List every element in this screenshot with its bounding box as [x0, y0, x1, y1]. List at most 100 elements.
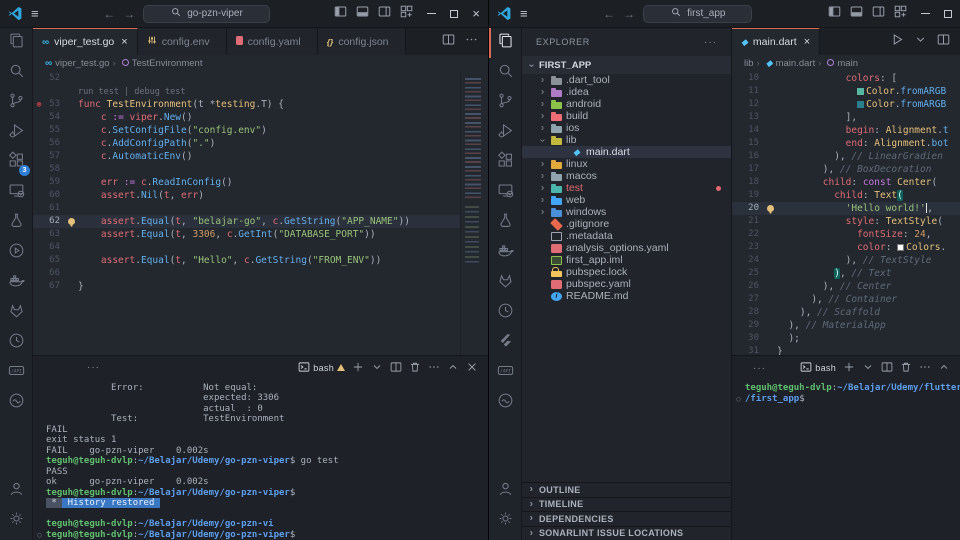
split-terminal-icon[interactable] [881, 361, 893, 375]
code-line[interactable]: 30 ); [732, 332, 960, 345]
api-client-icon[interactable]: /API [489, 358, 521, 388]
tab-config-json[interactable]: {} config.json [317, 28, 406, 55]
code-line[interactable]: 11 Color.fromARGB [732, 85, 960, 98]
code-line[interactable]: 62 assert.Equal(t, "belajar-go", c.GetSt… [33, 215, 488, 228]
gitlab-icon[interactable] [489, 268, 521, 298]
run-dropdown-icon[interactable] [914, 33, 927, 51]
minimap[interactable] [460, 72, 488, 355]
tree-item-gitignore[interactable]: .gitignore [522, 217, 731, 231]
breadcrumb[interactable]: lib ◆main.dart main [732, 55, 960, 72]
shell-selector[interactable]: bash [298, 361, 345, 375]
tab-config-env[interactable]: config.env [137, 28, 227, 55]
code-line[interactable]: 61 [33, 202, 488, 215]
project-root-row[interactable]: › FIRST_APP [522, 56, 731, 74]
tree-item-android[interactable]: › android [522, 98, 731, 110]
customize-layout-icon[interactable] [400, 5, 413, 23]
toggle-panel-icon[interactable] [850, 5, 863, 23]
code-line[interactable]: 52 [33, 72, 488, 85]
explorer-icon[interactable] [0, 28, 32, 58]
code-line[interactable]: 12 Color.fromARGB [732, 98, 960, 111]
code-line[interactable]: 57 c.AutomaticEnv() [33, 150, 488, 163]
sidebar-section-header[interactable]: › DEPENDENCIES [522, 511, 731, 526]
code-line[interactable]: 55 c.SetConfigFile("config.env") [33, 124, 488, 137]
code-line[interactable]: 29 ), // MaterialApp [732, 319, 960, 332]
sidebar-section-header[interactable]: › SONARLINT ISSUE LOCATIONS [522, 525, 731, 540]
code-line[interactable]: 65 assert.Equal(t, "Hello", c.GetString(… [33, 254, 488, 267]
code-editor[interactable]: 10 colors: [ 11 Color.fromARGB 12 Color.… [732, 72, 960, 355]
code-line[interactable]: 56 c.AddConfigPath(".") [33, 137, 488, 150]
tree-item-web[interactable]: › web [522, 194, 731, 206]
tree-item-first-app-iml[interactable]: first_app.iml [522, 254, 731, 266]
tree-item-analysis-options[interactable]: analysis_options.yaml [522, 242, 731, 254]
close-button[interactable]: × [472, 7, 480, 20]
sidebar-section-header[interactable]: › OUTLINE [522, 482, 731, 497]
back-arrow-icon[interactable]: ← [103, 7, 115, 21]
history-icon[interactable] [0, 328, 32, 358]
code-line[interactable]: 15 end: Alignment.bot [732, 137, 960, 150]
tree-item-build[interactable]: › build [522, 110, 731, 122]
code-line[interactable]: 19 child: Text( [732, 189, 960, 202]
maximize-panel-icon[interactable] [938, 361, 950, 375]
gitlab-icon[interactable] [0, 298, 32, 328]
shell-selector[interactable]: bash [800, 361, 836, 375]
code-line[interactable]: 22 fontSize: 24, [732, 228, 960, 241]
docker-icon[interactable] [0, 268, 32, 298]
code-line[interactable]: 60 assert.Nil(t, err) [33, 189, 488, 202]
panel-actions-icon[interactable] [428, 361, 440, 375]
extensions-icon[interactable]: 3 [0, 148, 32, 178]
more-actions-icon[interactable] [465, 33, 478, 51]
terminal[interactable]: Error: Not equal: expected: 3306 actual … [33, 380, 488, 540]
code-line[interactable]: 67 } [33, 280, 488, 293]
search-icon[interactable] [489, 58, 521, 88]
forward-arrow-icon[interactable]: → [123, 7, 135, 21]
run-debug-icon[interactable] [0, 118, 32, 148]
testing-icon[interactable] [489, 208, 521, 238]
tree-item-metadata[interactable]: .metadata [522, 230, 731, 242]
tree-item-main-dart[interactable]: main.dart [522, 146, 731, 158]
terminal[interactable]: teguh@teguh-dvlp:~/Belajar/Udemy/flutter… [732, 380, 960, 540]
code-line[interactable]: 18 child: const Center( [732, 176, 960, 189]
code-line[interactable]: 63 assert.Equal(t, 3306, c.GetInt("DATAB… [33, 228, 488, 241]
remote-explorer-icon[interactable] [0, 178, 32, 208]
toggle-secondary-sidebar-icon[interactable] [378, 5, 391, 23]
history-icon[interactable] [489, 298, 521, 328]
tree-item-windows[interactable]: › windows [522, 206, 731, 218]
tree-item-ios[interactable]: › ios [522, 122, 731, 134]
settings-gear-icon[interactable] [0, 506, 32, 536]
tree-item-pubspec-yaml[interactable]: pubspec.yaml [522, 278, 731, 290]
code-line[interactable]: 20 'Hello world!', [732, 202, 960, 215]
code-line[interactable]: 14 begin: Alignment.t [732, 124, 960, 137]
account-icon[interactable] [0, 476, 32, 506]
api-client-icon[interactable]: /API [0, 358, 32, 388]
docker-icon[interactable] [489, 238, 521, 268]
tab-main-dart[interactable]: ◆ main.dart × [732, 28, 821, 55]
code-line[interactable]: 23 color: Colors. [732, 241, 960, 254]
tree-item-linux[interactable]: › linux [522, 158, 731, 170]
flutter-icon[interactable] [489, 328, 521, 358]
code-line[interactable]: 53 func TestEnvironment(t *testing.T) { [33, 98, 488, 111]
tree-item-dart-tool[interactable]: › .dart_tool [522, 74, 731, 86]
source-control-icon[interactable] [489, 88, 521, 118]
explorer-more-icon[interactable]: ··· [704, 37, 717, 48]
sidebar-section-header[interactable]: › TIMELINE [522, 496, 731, 512]
explorer-icon[interactable] [489, 28, 521, 58]
forward-arrow-icon[interactable]: → [623, 7, 635, 21]
settings-gear-icon[interactable] [489, 506, 521, 536]
code-line[interactable]: 31 } [732, 345, 960, 355]
sonarlint-icon[interactable] [489, 388, 521, 418]
panel-more-icon[interactable]: ··· [87, 362, 100, 373]
new-terminal-icon[interactable] [352, 361, 364, 375]
code-line[interactable]: 28 ), // Scaffold [732, 306, 960, 319]
customize-layout-icon[interactable] [894, 5, 907, 23]
minimize-button[interactable] [921, 13, 930, 14]
search-icon[interactable] [0, 58, 32, 88]
tree-item-pubspec-lock[interactable]: pubspec.lock [522, 266, 731, 278]
code-line[interactable]: 16 ), // LinearGradien [732, 150, 960, 163]
code-line[interactable]: 54 c := viper.New() [33, 111, 488, 124]
maximize-button[interactable] [450, 9, 459, 18]
kill-terminal-icon[interactable] [900, 361, 912, 375]
terminal-dropdown-icon[interactable] [371, 361, 383, 375]
toggle-sidebar-icon[interactable] [828, 5, 841, 23]
code-line[interactable]: 27 ), // Container [732, 293, 960, 306]
code-editor[interactable]: 52 run test | debug test 53 [33, 72, 488, 355]
